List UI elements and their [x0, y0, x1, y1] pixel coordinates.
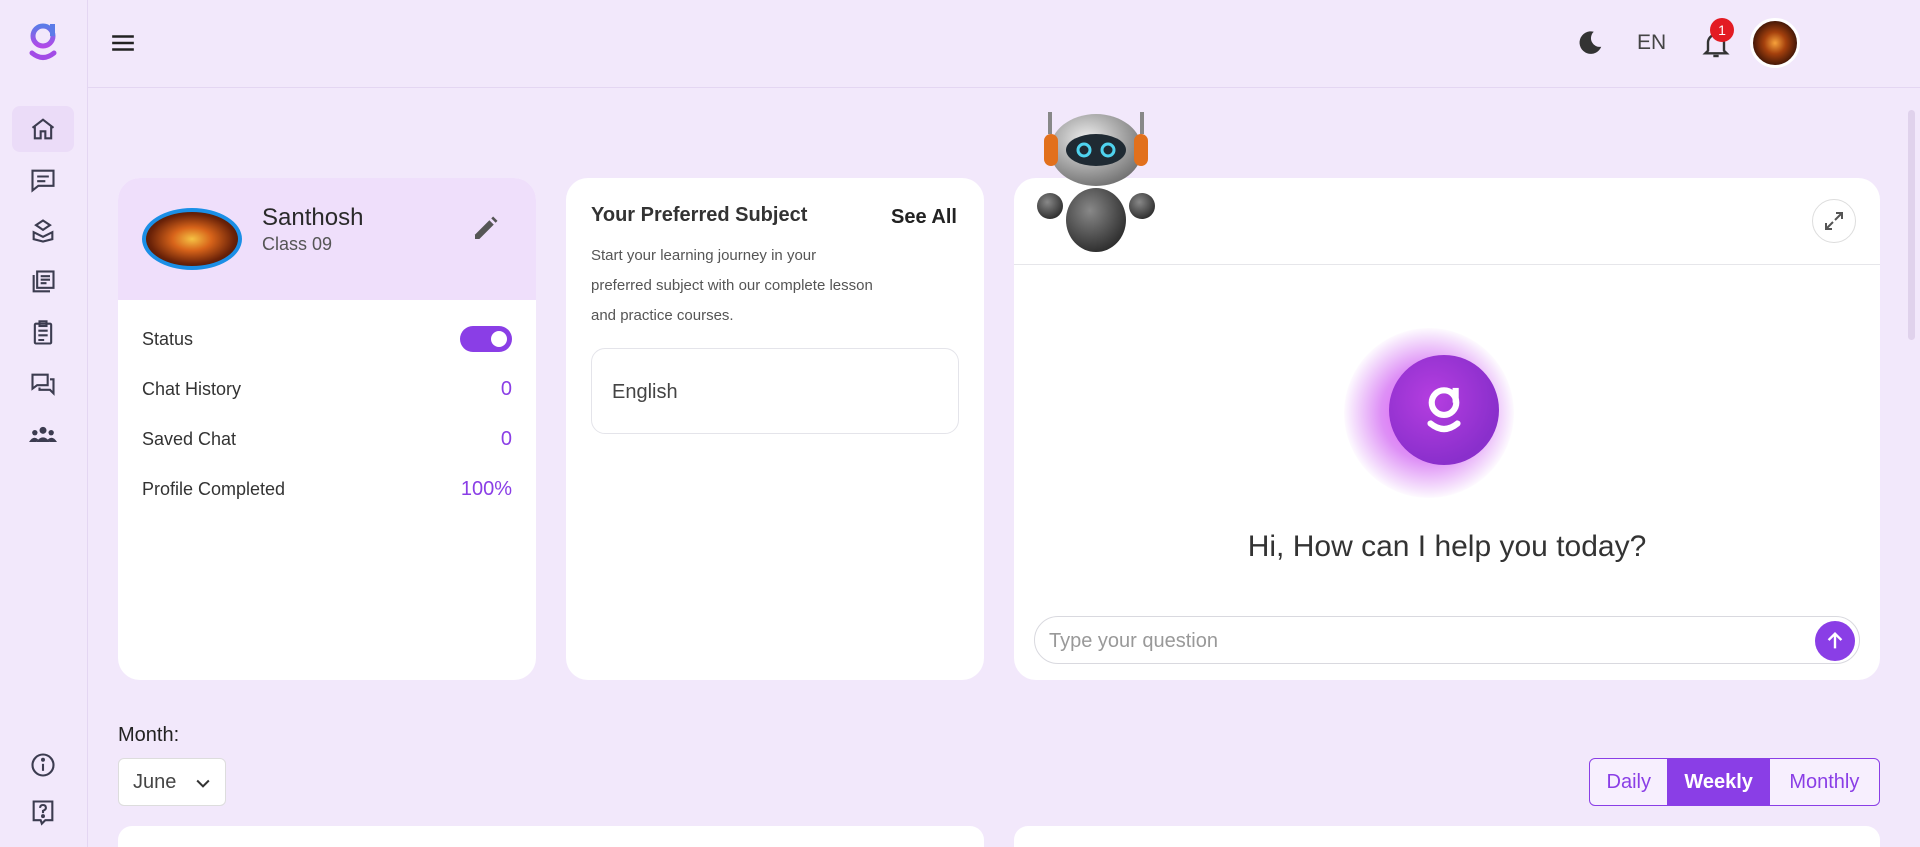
sidebar-item-help[interactable] [12, 789, 74, 835]
chat-history-label: Chat History [142, 378, 242, 399]
status-row: Status [142, 324, 512, 354]
sidebar-item-assignments[interactable] [12, 310, 74, 356]
forum-icon [31, 373, 55, 396]
profile-completed-row: Profile Completed 100% [142, 474, 512, 504]
language-selector[interactable]: EN [1637, 31, 1666, 55]
assistant-orb [1389, 355, 1499, 465]
send-button[interactable] [1815, 621, 1855, 661]
home-icon [31, 118, 55, 140]
robot-mascot-icon [1037, 112, 1155, 252]
edit-icon[interactable] [470, 214, 500, 244]
saved-chat-count: 0 [500, 427, 512, 450]
arrow-up-icon [1827, 631, 1843, 649]
question-input[interactable] [1049, 627, 1789, 655]
chat-history-count: 0 [500, 377, 512, 400]
chat-input-bar [1034, 616, 1860, 664]
sidebar-item-info[interactable] [12, 742, 74, 788]
app-logo[interactable] [26, 20, 60, 64]
sidebar-item-community[interactable] [12, 412, 74, 458]
community-icon [29, 426, 57, 442]
bottom-card-right [1014, 826, 1880, 847]
dark-mode-toggle-icon[interactable] [1575, 28, 1605, 58]
bottom-card-left [118, 826, 984, 847]
notification-badge: 1 [1710, 18, 1734, 42]
page-scrollbar[interactable] [1908, 110, 1915, 340]
month-select[interactable]: June [118, 758, 226, 806]
sidebar-item-forum[interactable] [12, 361, 74, 407]
user-avatar[interactable] [1750, 18, 1800, 68]
toggle-knob [491, 331, 507, 347]
saved-chat-label: Saved Chat [142, 428, 237, 449]
assistant-logo-icon [1427, 387, 1461, 433]
profile-completed-label: Profile Completed [142, 478, 286, 499]
subject-description: Start your learning journey in your pref… [591, 247, 873, 324]
chat-icon [31, 169, 55, 193]
profile-name: Santhosh [262, 204, 364, 231]
sidebar-item-home[interactable] [12, 106, 74, 152]
saved-chat-row: Saved Chat 0 [142, 424, 512, 454]
subject-item-label: English [612, 381, 678, 403]
period-daily-button[interactable]: Daily [1590, 759, 1669, 805]
help-icon [32, 800, 54, 826]
month-label: Month: [118, 724, 180, 746]
sidebar-item-chat[interactable] [12, 157, 74, 203]
profile-class: Class 09 [262, 234, 333, 254]
sidebar-item-learn[interactable] [12, 208, 74, 254]
sidebar [0, 0, 88, 847]
profile-card: Santhosh Class 09 Status Chat History 0 … [118, 178, 536, 680]
preferred-subject-card: Your Preferred Subject See All Start you… [566, 178, 984, 680]
period-toggle-group: Daily Weekly Monthly [1589, 758, 1880, 806]
info-icon [31, 753, 55, 777]
period-weekly-button[interactable]: Weekly [1668, 759, 1770, 805]
period-monthly-button[interactable]: Monthly [1770, 759, 1879, 805]
profile-avatar [142, 208, 242, 270]
profile-header: Santhosh Class 09 [118, 178, 536, 300]
status-label: Status [142, 328, 194, 349]
sidebar-item-library[interactable] [12, 259, 74, 305]
chat-greeting: Hi, How can I help you today? [1247, 530, 1647, 563]
learn-icon [32, 219, 54, 243]
chat-history-row: Chat History 0 [142, 374, 512, 404]
month-select-value: June [133, 770, 177, 793]
expand-button[interactable] [1812, 199, 1856, 243]
subject-card-title: Your Preferred Subject [591, 204, 808, 226]
see-all-link[interactable]: See All [891, 206, 957, 229]
chevron-down-icon [196, 779, 210, 788]
clipboard-icon [33, 320, 53, 345]
subject-item[interactable]: English [591, 348, 959, 434]
library-icon [32, 270, 55, 293]
expand-icon [1825, 212, 1843, 230]
profile-completed-value: 100% [460, 477, 512, 500]
menu-icon[interactable] [110, 30, 136, 56]
status-toggle[interactable] [460, 326, 512, 352]
